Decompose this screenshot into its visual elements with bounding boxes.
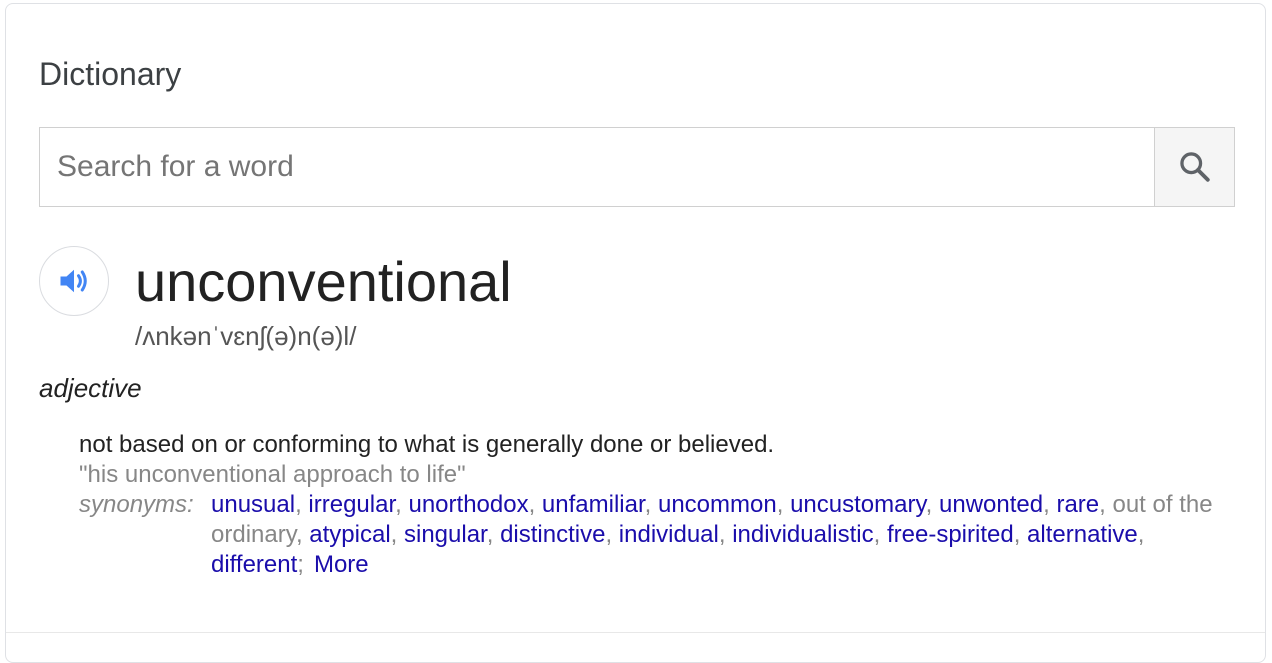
- synonym-uncustomary[interactable]: uncustomary: [790, 491, 926, 518]
- more-synonyms-link[interactable]: More: [314, 551, 369, 578]
- synonyms-list: unusual, irregular, unorthodox, unfamili…: [211, 491, 1213, 578]
- synonym-alternative[interactable]: alternative: [1027, 521, 1138, 548]
- synonym-atypical[interactable]: atypical: [309, 521, 390, 548]
- search-icon: [1179, 152, 1210, 182]
- synonym-rare[interactable]: rare: [1056, 491, 1099, 518]
- synonyms-label: synonyms:: [79, 491, 194, 518]
- synonyms-row: synonyms: unusual, irregular, unorthodox…: [79, 490, 1239, 580]
- synonym-irregular[interactable]: irregular: [308, 491, 395, 518]
- part-of-speech: adjective: [39, 373, 142, 403]
- synonym-singular[interactable]: singular: [404, 521, 487, 548]
- synonym-individualistic[interactable]: individualistic: [732, 521, 873, 548]
- definition-text: not based on or conforming to what is ge…: [79, 431, 775, 458]
- dictionary-card: Dictionary unconventional /ʌnkənˈvɛnʃ(ə)…: [5, 3, 1266, 663]
- headword: unconventional: [135, 250, 512, 313]
- synonym-uncommon[interactable]: uncommon: [658, 491, 777, 518]
- search-input[interactable]: [40, 128, 1154, 206]
- card-title: Dictionary: [39, 56, 182, 92]
- synonym-free-spirited[interactable]: free-spirited: [887, 521, 1014, 548]
- search-button[interactable]: [1154, 128, 1234, 206]
- speaker-icon: [60, 269, 87, 293]
- search-box: [39, 127, 1235, 207]
- synonym-different[interactable]: different: [211, 551, 297, 578]
- synonym-distinctive[interactable]: distinctive: [500, 521, 605, 548]
- example-sentence: "his unconventional approach to life": [79, 461, 466, 488]
- synonym-unfamiliar[interactable]: unfamiliar: [542, 491, 645, 518]
- synonym-unorthodox[interactable]: unorthodox: [408, 491, 528, 518]
- synonym-unwonted[interactable]: unwonted: [939, 491, 1043, 518]
- divider: [6, 632, 1265, 633]
- synonym-individual[interactable]: individual: [619, 521, 719, 548]
- synonym-unusual[interactable]: unusual: [211, 491, 295, 518]
- pronunciation-button[interactable]: [39, 246, 109, 316]
- phonetic-spelling: /ʌnkənˈvɛnʃ(ə)n(ə)l/: [135, 321, 357, 351]
